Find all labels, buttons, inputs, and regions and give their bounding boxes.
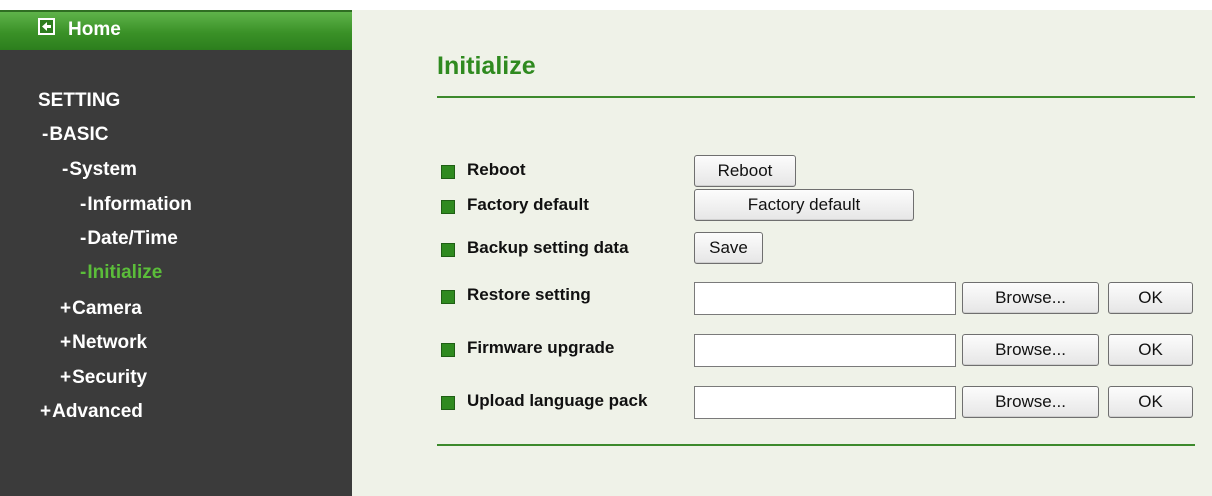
back-arrow-icon bbox=[38, 18, 55, 35]
nav-item-network[interactable]: +Network bbox=[60, 332, 147, 354]
nav-label: Network bbox=[72, 332, 148, 353]
expand-icon: + bbox=[40, 401, 52, 422]
nav-label: System bbox=[69, 159, 137, 180]
restore-file-input[interactable] bbox=[694, 282, 956, 315]
nav-label: Advanced bbox=[52, 401, 143, 422]
factory-default-button[interactable]: Factory default bbox=[694, 189, 914, 221]
language-pack-browse-button[interactable]: Browse... bbox=[962, 386, 1099, 418]
dash-marker: - bbox=[80, 194, 87, 215]
language-pack-ok-button[interactable]: OK bbox=[1108, 386, 1193, 418]
home-label: Home bbox=[68, 19, 121, 40]
nav-item-date-time[interactable]: -Date/Time bbox=[80, 228, 178, 250]
expand-icon: + bbox=[60, 298, 72, 319]
row-label-factory-default: Factory default bbox=[467, 195, 589, 214]
firmware-browse-button[interactable]: Browse... bbox=[962, 334, 1099, 366]
row-label-firmware: Firmware upgrade bbox=[467, 338, 615, 357]
nav-label: Information bbox=[87, 194, 192, 215]
setting-heading: SETTING bbox=[38, 90, 121, 111]
green-square-bullet-icon bbox=[441, 396, 455, 410]
nav-item-system[interactable]: -System bbox=[62, 159, 137, 181]
home-link[interactable]: Home bbox=[0, 10, 352, 50]
bottom-divider bbox=[437, 444, 1195, 446]
row-label-reboot: Reboot bbox=[467, 160, 526, 179]
save-button[interactable]: Save bbox=[694, 232, 763, 264]
nav-label: Date/Time bbox=[87, 228, 178, 249]
firmware-ok-button[interactable]: OK bbox=[1108, 334, 1193, 366]
page-title: Initialize bbox=[437, 52, 536, 80]
top-divider bbox=[437, 96, 1195, 98]
row-label-backup: Backup setting data bbox=[467, 238, 629, 257]
nav-item-security[interactable]: +Security bbox=[60, 367, 147, 389]
row-label-restore: Restore setting bbox=[467, 285, 591, 304]
nav-item-information[interactable]: -Information bbox=[80, 194, 192, 216]
expand-icon: + bbox=[60, 332, 72, 353]
nav-item-basic[interactable]: -BASIC bbox=[42, 124, 108, 146]
nav-label: Security bbox=[72, 367, 148, 388]
main-content: Initialize Reboot Reboot Factory default… bbox=[352, 10, 1212, 496]
restore-ok-button[interactable]: OK bbox=[1108, 282, 1193, 314]
restore-browse-button[interactable]: Browse... bbox=[962, 282, 1099, 314]
nav-item-camera[interactable]: +Camera bbox=[60, 298, 142, 320]
reboot-button[interactable]: Reboot bbox=[694, 155, 796, 187]
nav-item-initialize[interactable]: -Initialize bbox=[80, 262, 162, 284]
dash-marker: - bbox=[80, 228, 87, 249]
collapse-icon: - bbox=[62, 159, 69, 180]
firmware-file-input[interactable] bbox=[694, 334, 956, 367]
green-square-bullet-icon bbox=[441, 200, 455, 214]
green-square-bullet-icon bbox=[441, 290, 455, 304]
nav-label: Initialize bbox=[87, 262, 163, 283]
nav-item-advanced[interactable]: +Advanced bbox=[40, 401, 143, 423]
dash-marker: - bbox=[80, 262, 87, 283]
language-pack-file-input[interactable] bbox=[694, 386, 956, 419]
green-square-bullet-icon bbox=[441, 243, 455, 257]
row-label-language-pack: Upload language pack bbox=[467, 391, 648, 410]
green-square-bullet-icon bbox=[441, 165, 455, 179]
collapse-icon: - bbox=[42, 124, 49, 145]
green-square-bullet-icon bbox=[441, 343, 455, 357]
expand-icon: + bbox=[60, 367, 72, 388]
nav-label: BASIC bbox=[49, 124, 109, 145]
sidebar: Home SETTING -BASIC -System -Information… bbox=[0, 10, 352, 496]
nav-label: Camera bbox=[72, 298, 142, 319]
